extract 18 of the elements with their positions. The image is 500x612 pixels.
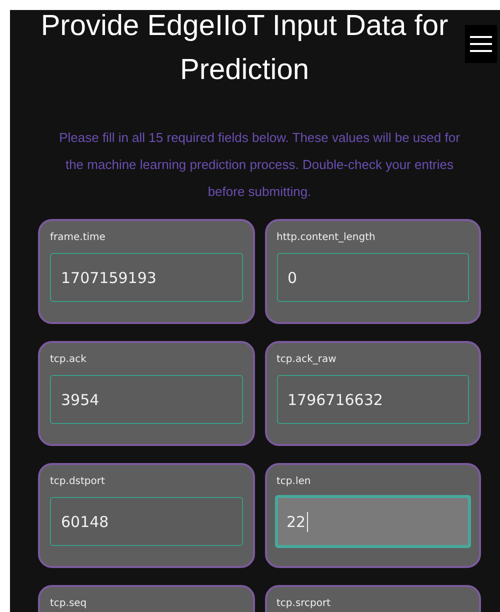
field-label: tcp.dstport: [50, 475, 105, 489]
input-field[interactable]: 60148: [50, 497, 242, 546]
input-field[interactable]: 0: [276, 253, 469, 302]
input-field[interactable]: 22: [274, 495, 471, 548]
page-title: Provide EdgeIIoT Input Data for Prediction: [40, 9, 450, 88]
field-label: tcp.seq: [50, 597, 87, 611]
input-field[interactable]: 1796716632: [276, 375, 469, 424]
field-label: tcp.ack: [50, 353, 86, 367]
input-field[interactable]: 3954: [50, 375, 242, 424]
instructions-text: Please fill in all 15 required fields below. These values will be used for the machine learning prediction process. Double-check your entries before submitting.: [58, 129, 461, 201]
field-label: http.content_length: [276, 231, 376, 245]
menu-icon: [470, 34, 492, 54]
input-field[interactable]: 1707159193: [50, 253, 242, 302]
field-label: tcp.ack_raw: [276, 353, 336, 367]
menu-button[interactable]: [465, 25, 497, 63]
field-label: frame.time: [50, 231, 106, 245]
field-label: tcp.len: [276, 475, 311, 489]
field-label: tcp.srcport: [276, 597, 331, 611]
